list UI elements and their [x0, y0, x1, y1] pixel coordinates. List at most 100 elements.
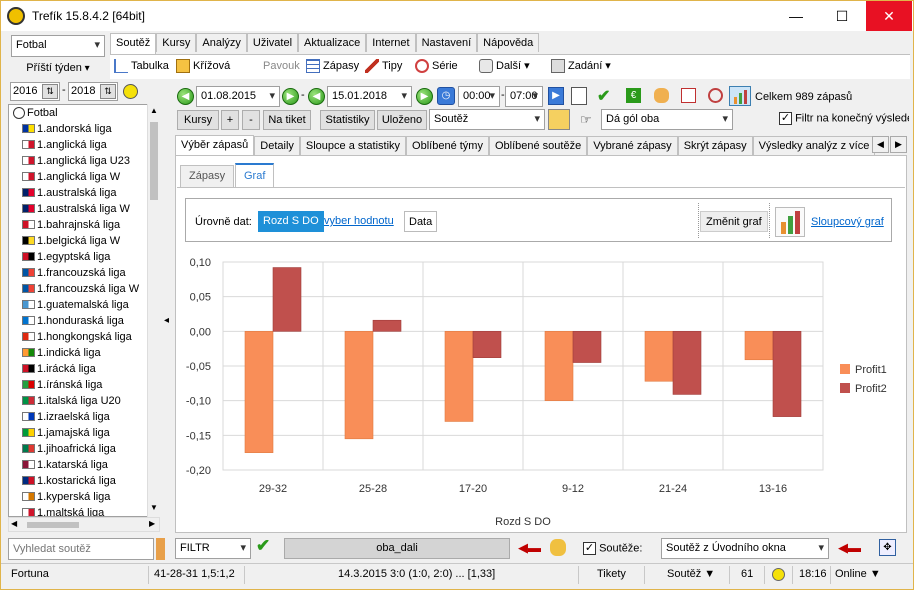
minus-button[interactable]: -: [242, 110, 260, 130]
scroll-thumb[interactable]: [150, 122, 158, 200]
tree-league-item[interactable]: 1.íránská liga: [9, 377, 159, 393]
date-to-back-icon[interactable]: ◀: [308, 88, 325, 105]
close-button[interactable]: ✕: [866, 1, 912, 31]
cross-table-button[interactable]: Křížová: [176, 59, 230, 73]
status-online-menu[interactable]: Online ▼: [835, 568, 881, 580]
maximize-button[interactable]: ☐: [819, 1, 865, 31]
tree-league-item[interactable]: 1.indická liga: [9, 345, 159, 361]
tree-league-item[interactable]: 1.guatemalská liga: [9, 297, 159, 313]
matches-button[interactable]: Zápasy: [306, 59, 359, 73]
menu-tab[interactable]: Soutěž: [110, 33, 157, 54]
date-to-forward-icon[interactable]: ▶: [416, 88, 433, 105]
tabs-scroll-left-icon[interactable]: ◀: [872, 136, 889, 153]
final-result-checkbox[interactable]: ✓: [779, 112, 792, 125]
assignment-button[interactable]: Zadání ▾: [551, 59, 611, 74]
content-tab[interactable]: Detaily: [254, 136, 300, 155]
tree-league-item[interactable]: 1.andorská liga: [9, 121, 159, 137]
yellow-circle-icon[interactable]: [123, 84, 138, 99]
league-tree[interactable]: Fotbal 1.andorská liga 1.anglická liga 1.a…: [8, 104, 160, 517]
statistics-button[interactable]: Statistiky: [320, 110, 375, 130]
status-tickets[interactable]: Tikety: [597, 568, 626, 580]
tree-league-item[interactable]: 1.bahrajnská liga: [9, 217, 159, 233]
level-data-chip[interactable]: Data: [404, 211, 438, 232]
status-competition-menu[interactable]: Soutěž ▼: [667, 568, 715, 580]
save-icon[interactable]: [571, 87, 587, 105]
tree-league-item[interactable]: 1.jihoafrická liga: [9, 441, 159, 457]
search-competition-input[interactable]: [8, 538, 154, 560]
tree-league-item[interactable]: 1.italská liga U20: [9, 393, 159, 409]
content-tab[interactable]: Vybrané zápasy: [587, 136, 678, 155]
tree-league-item[interactable]: 1.hongkongská liga: [9, 329, 159, 345]
minimize-button[interactable]: —: [773, 1, 819, 31]
time-from-input[interactable]: 00:00: [458, 86, 500, 107]
tree-horizontal-scrollbar[interactable]: ◀ ▶: [8, 517, 160, 532]
sport-select[interactable]: Fotbal: [11, 35, 105, 57]
expand-icon[interactable]: ✥: [879, 539, 896, 556]
date-from-picker[interactable]: 01.08.2015: [196, 86, 280, 107]
filter-select[interactable]: FILTR: [175, 538, 251, 559]
zoom-icon[interactable]: [708, 88, 723, 103]
euro-icon[interactable]: €: [626, 88, 641, 103]
tabs-scroll-right-icon[interactable]: ▶: [890, 136, 907, 153]
bar-chart-icon[interactable]: [775, 207, 805, 237]
content-tab[interactable]: Sloupce a statistiky: [299, 136, 407, 155]
bracket-button[interactable]: Pavouk: [263, 60, 300, 72]
hscroll-thumb[interactable]: [27, 522, 79, 528]
final-result-filter[interactable]: ✓ Filtr na konečný výsledek: [779, 112, 909, 125]
year-to-input[interactable]: 2018 ⇅: [68, 82, 118, 101]
content-tab[interactable]: Skrýt zápasy: [677, 136, 753, 155]
tree-league-item[interactable]: 1.izraelská liga: [9, 409, 159, 425]
odds-button[interactable]: Kursy: [177, 110, 219, 130]
series-button[interactable]: Série: [415, 59, 458, 73]
year-from-input[interactable]: 2016 ⇅: [10, 82, 60, 101]
add-to-ticket-button[interactable]: Na tiket: [263, 110, 311, 130]
tree-league-item[interactable]: 1.kostarická liga: [9, 473, 159, 489]
menu-tab[interactable]: Nastavení: [415, 33, 478, 52]
apply-filter-icon[interactable]: ✔: [256, 536, 270, 556]
tree-league-item[interactable]: 1.maltská liga: [9, 505, 159, 516]
more-button[interactable]: Další ▾: [479, 59, 530, 74]
subtab-graph[interactable]: Graf: [235, 163, 275, 188]
scroll-down-icon[interactable]: ▼: [150, 503, 158, 512]
chart-toggle-icon[interactable]: [729, 86, 751, 106]
current-filter-field[interactable]: oba_dali: [284, 538, 510, 559]
tree-league-item[interactable]: 1.australská liga W: [9, 201, 159, 217]
saved-button[interactable]: Uloženo: [377, 110, 427, 130]
tree-league-item[interactable]: 1.egyptská liga: [9, 249, 159, 265]
arrow-left-icon[interactable]: ◀▬: [518, 540, 541, 556]
tree-league-item[interactable]: 1.katarská liga: [9, 457, 159, 473]
tree-league-item[interactable]: 1.anglická liga W: [9, 169, 159, 185]
time-apply-icon[interactable]: ▶: [548, 87, 564, 105]
plus-button[interactable]: +: [221, 110, 239, 130]
competitions-filter[interactable]: ✓ Soutěže:: [583, 542, 642, 555]
tree-league-item[interactable]: 1.francouzská liga: [9, 265, 159, 281]
subtab-matches[interactable]: Zápasy: [180, 165, 235, 187]
arrow-left-icon-2[interactable]: ◀▬: [838, 540, 861, 556]
content-tab[interactable]: Oblíbené soutěže: [488, 136, 588, 155]
hand-icon[interactable]: [654, 88, 669, 103]
chart-type-link[interactable]: Sloupcový graf: [811, 216, 884, 228]
menu-tab[interactable]: Uživatel: [246, 33, 299, 52]
tree-league-item[interactable]: 1.jamajská liga: [9, 425, 159, 441]
collapse-sidebar-icon[interactable]: ◂: [164, 315, 169, 326]
tree-league-item[interactable]: 1.anglická liga U23: [9, 153, 159, 169]
competitions-checkbox[interactable]: ✓: [583, 542, 596, 555]
checkmark-icon[interactable]: ✔: [597, 86, 610, 106]
date-from-forward-icon[interactable]: ▶: [282, 88, 299, 105]
tree-league-item[interactable]: 1.australská liga: [9, 185, 159, 201]
tips-button[interactable]: Tipy: [365, 59, 402, 73]
tree-league-item[interactable]: 1.irácká liga: [9, 361, 159, 377]
menu-tab[interactable]: Kursy: [156, 33, 197, 52]
tree-league-item[interactable]: 1.kyperská liga: [9, 489, 159, 505]
pick-value-link[interactable]: vyber hodnotu: [324, 215, 394, 227]
year-from-spinner-icon[interactable]: ⇅: [42, 84, 58, 99]
year-to-spinner-icon[interactable]: ⇅: [100, 84, 116, 99]
condition-select[interactable]: Dá gól oba: [601, 109, 733, 130]
tree-league-item[interactable]: 1.francouzská liga W: [9, 281, 159, 297]
person-icon[interactable]: [550, 539, 566, 556]
competition-select[interactable]: Soutěž: [429, 109, 545, 130]
change-graph-button[interactable]: Změnit graf: [700, 211, 768, 232]
content-tab[interactable]: Výběr zápasů: [175, 135, 255, 156]
search-handle[interactable]: [156, 538, 165, 560]
scroll-right-icon[interactable]: ▶: [149, 519, 155, 528]
